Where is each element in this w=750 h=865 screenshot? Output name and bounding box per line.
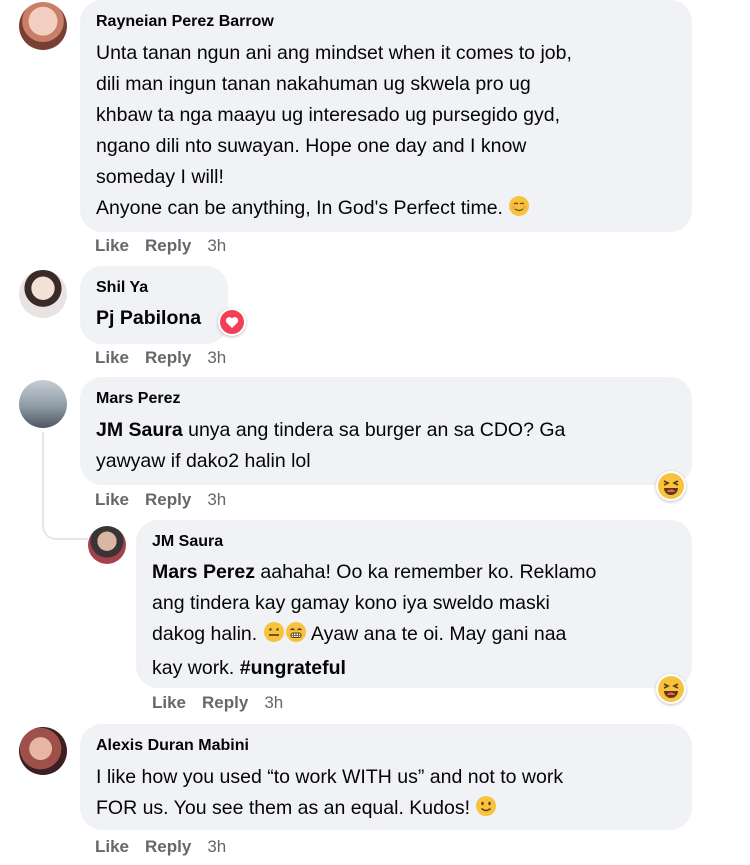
- timestamp[interactable]: 3h: [207, 837, 226, 857]
- comment-actions: Like Reply 3h: [95, 837, 242, 857]
- comment-bubble: Shil Ya Pj Pabilona: [80, 266, 228, 344]
- reply-bubble: JM Saura Mars Perez aahaha! Oo ka rememb…: [136, 520, 692, 688]
- reply-button[interactable]: Reply: [145, 348, 191, 368]
- haha-reaction-icon[interactable]: [656, 471, 686, 501]
- reply-button[interactable]: Reply: [145, 490, 191, 510]
- avatar-rayneian[interactable]: [19, 2, 67, 50]
- slightly-smiling-face-emoji: [475, 795, 497, 827]
- comment-actions: Like Reply 3h: [95, 490, 242, 510]
- hashtag-link[interactable]: #ungrateful: [240, 657, 346, 679]
- comment-bubble: Alexis Duran Mabini I like how you used …: [80, 724, 692, 830]
- haha-reaction-icon[interactable]: [656, 674, 686, 704]
- comment-author[interactable]: Shil Ya: [96, 278, 212, 298]
- like-button[interactable]: Like: [152, 693, 186, 713]
- comment-bubble: Rayneian Perez Barrow Unta tanan ngun an…: [80, 0, 692, 232]
- like-button[interactable]: Like: [95, 837, 129, 857]
- comment-text: JM Saura unya ang tindera sa burger an s…: [96, 419, 566, 472]
- zipper-mouth-emoji: [263, 621, 285, 653]
- comment-text: I like how you used “to work WITH us” an…: [96, 762, 676, 827]
- reply-actions: Like Reply 3h: [152, 693, 299, 713]
- timestamp[interactable]: 3h: [207, 236, 226, 256]
- timestamp[interactable]: 3h: [264, 693, 283, 713]
- comment-author[interactable]: Mars Perez: [96, 389, 676, 409]
- like-button[interactable]: Like: [95, 236, 129, 256]
- reply-text: Mars Perez aahaha! Oo ka remember ko. Re…: [152, 561, 597, 679]
- grimacing-face-emoji: [285, 621, 307, 653]
- relieved-face-emoji: [508, 195, 530, 227]
- comment-actions: Like Reply 3h: [95, 236, 242, 256]
- comment-bubble: Mars Perez JM Saura unya ang tindera sa …: [80, 377, 692, 485]
- comment-text: Pj Pabilona: [96, 303, 212, 334]
- like-button[interactable]: Like: [95, 348, 129, 368]
- reply-button[interactable]: Reply: [202, 693, 248, 713]
- mention-link[interactable]: Mars Perez: [152, 561, 255, 583]
- reply-button[interactable]: Reply: [145, 837, 191, 857]
- comment-actions: Like Reply 3h: [95, 348, 242, 368]
- reply-button[interactable]: Reply: [145, 236, 191, 256]
- comment-author[interactable]: Rayneian Perez Barrow: [96, 12, 676, 32]
- avatar-jm-saura[interactable]: [88, 526, 126, 564]
- mention-link[interactable]: Pj Pabilona: [96, 307, 201, 329]
- like-button[interactable]: Like: [95, 490, 129, 510]
- reply-author[interactable]: JM Saura: [152, 532, 676, 552]
- mention-link[interactable]: JM Saura: [96, 419, 183, 441]
- timestamp[interactable]: 3h: [207, 490, 226, 510]
- love-reaction-icon[interactable]: [218, 308, 246, 336]
- comment-text: Unta tanan ngun ani ang mindset when it …: [96, 38, 676, 227]
- avatar-alexis[interactable]: [19, 727, 67, 775]
- avatar-mars-perez[interactable]: [19, 380, 67, 428]
- timestamp[interactable]: 3h: [207, 348, 226, 368]
- avatar-shil-ya[interactable]: [19, 270, 67, 318]
- comment-author[interactable]: Alexis Duran Mabini: [96, 736, 676, 756]
